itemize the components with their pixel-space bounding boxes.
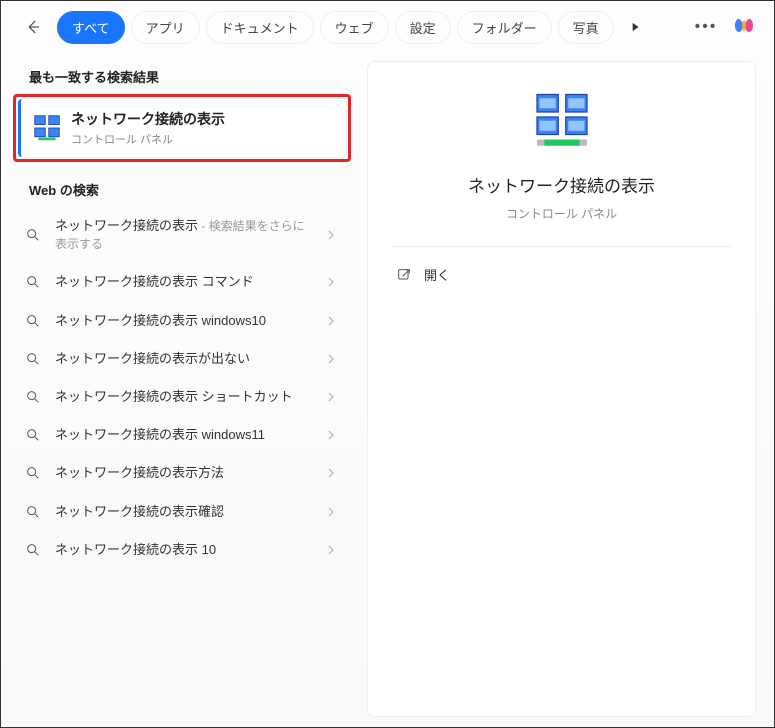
web-result-text: ネットワーク接続の表示確認 bbox=[55, 503, 311, 521]
web-result-item[interactable]: ネットワーク接続の表示が出ない bbox=[11, 340, 351, 378]
tab-settings[interactable]: 設定 bbox=[395, 11, 451, 44]
web-result-text: ネットワーク接続の表示 ショートカット bbox=[55, 388, 311, 406]
web-result-item[interactable]: ネットワーク接続の表示確認 bbox=[11, 493, 351, 531]
best-match-text: ネットワーク接続の表示 コントロール パネル bbox=[71, 109, 225, 147]
tab-folders[interactable]: フォルダー bbox=[457, 11, 552, 44]
web-result-text: ネットワーク接続の表示 - 検索結果をさらに表示する bbox=[55, 217, 311, 253]
tab-web[interactable]: ウェブ bbox=[320, 11, 389, 44]
results-panel: 最も一致する検索結果 ネットワーク接続の表示 コントロール パネル bbox=[1, 51, 361, 727]
copilot-icon bbox=[731, 14, 757, 40]
best-match-item[interactable]: ネットワーク接続の表示 コントロール パネル bbox=[18, 99, 346, 157]
back-button[interactable] bbox=[15, 9, 51, 45]
network-connections-icon bbox=[33, 114, 61, 142]
web-results-list: ネットワーク接続の表示 - 検索結果をさらに表示する ネットワーク接続の表示 コ… bbox=[1, 207, 361, 569]
web-result-item[interactable]: ネットワーク接続の表示 10 bbox=[11, 531, 351, 569]
play-icon bbox=[628, 20, 642, 34]
web-result-text: ネットワーク接続の表示が出ない bbox=[55, 350, 311, 368]
tabs-more-button[interactable] bbox=[620, 12, 650, 42]
divider bbox=[392, 246, 731, 247]
search-icon bbox=[25, 313, 41, 329]
web-result-item[interactable]: ネットワーク接続の表示 コマンド bbox=[11, 263, 351, 301]
chevron-right-icon bbox=[325, 506, 337, 518]
preview-subtitle: コントロール パネル bbox=[506, 205, 617, 222]
preview-panel: ネットワーク接続の表示 コントロール パネル 開く bbox=[361, 51, 774, 727]
tab-documents[interactable]: ドキュメント bbox=[206, 11, 314, 44]
more-options-button[interactable]: ••• bbox=[690, 11, 722, 43]
network-connections-large-icon bbox=[532, 92, 592, 152]
preview-card: ネットワーク接続の表示 コントロール パネル 開く bbox=[367, 61, 756, 717]
chevron-right-icon bbox=[325, 276, 337, 288]
web-result-text: ネットワーク接続の表示 10 bbox=[55, 541, 311, 559]
web-result-item[interactable]: ネットワーク接続の表示方法 bbox=[11, 454, 351, 492]
chevron-right-icon bbox=[325, 353, 337, 365]
web-result-text: ネットワーク接続の表示方法 bbox=[55, 464, 311, 482]
chevron-right-icon bbox=[325, 544, 337, 556]
web-search-header: Web の検索 bbox=[1, 170, 361, 207]
best-match-header: 最も一致する検索結果 bbox=[1, 57, 361, 94]
web-result-item[interactable]: ネットワーク接続の表示 windows10 bbox=[11, 302, 351, 340]
chevron-right-icon bbox=[325, 391, 337, 403]
copilot-button[interactable] bbox=[728, 11, 760, 43]
chevron-right-icon bbox=[325, 429, 337, 441]
ellipsis-icon: ••• bbox=[695, 18, 718, 36]
search-icon bbox=[25, 227, 41, 243]
search-icon bbox=[25, 274, 41, 290]
best-match-subtitle: コントロール パネル bbox=[71, 131, 225, 147]
web-result-text: ネットワーク接続の表示 コマンド bbox=[55, 273, 311, 291]
tab-all[interactable]: すべて bbox=[57, 11, 125, 44]
search-icon bbox=[25, 427, 41, 443]
content-area: 最も一致する検索結果 ネットワーク接続の表示 コントロール パネル bbox=[1, 51, 774, 727]
chevron-right-icon bbox=[325, 467, 337, 479]
search-window: すべて アプリ ドキュメント ウェブ 設定 フォルダー 写真 ••• 最も一致す… bbox=[0, 0, 775, 728]
search-icon bbox=[25, 389, 41, 405]
search-icon bbox=[25, 504, 41, 520]
topbar: すべて アプリ ドキュメント ウェブ 設定 フォルダー 写真 ••• bbox=[1, 1, 774, 51]
web-result-item[interactable]: ネットワーク接続の表示 ショートカット bbox=[11, 378, 351, 416]
preview-title: ネットワーク接続の表示 bbox=[468, 172, 655, 197]
search-icon bbox=[25, 542, 41, 558]
web-result-item[interactable]: ネットワーク接続の表示 - 検索結果をさらに表示する bbox=[11, 207, 351, 263]
tab-photos[interactable]: 写真 bbox=[558, 11, 614, 44]
back-arrow-icon bbox=[24, 18, 42, 36]
search-icon bbox=[25, 351, 41, 367]
search-icon bbox=[25, 465, 41, 481]
open-external-icon bbox=[396, 267, 412, 283]
tab-apps[interactable]: アプリ bbox=[131, 11, 200, 44]
web-result-text: ネットワーク接続の表示 windows11 bbox=[55, 426, 311, 444]
best-match-title: ネットワーク接続の表示 bbox=[71, 109, 225, 129]
web-result-item[interactable]: ネットワーク接続の表示 windows11 bbox=[11, 416, 351, 454]
best-match-highlight: ネットワーク接続の表示 コントロール パネル bbox=[13, 94, 351, 162]
web-result-text: ネットワーク接続の表示 windows10 bbox=[55, 312, 311, 330]
chevron-right-icon bbox=[325, 315, 337, 327]
open-label: 開く bbox=[424, 265, 450, 284]
chevron-right-icon bbox=[325, 229, 337, 241]
open-action[interactable]: 開く bbox=[392, 257, 731, 292]
